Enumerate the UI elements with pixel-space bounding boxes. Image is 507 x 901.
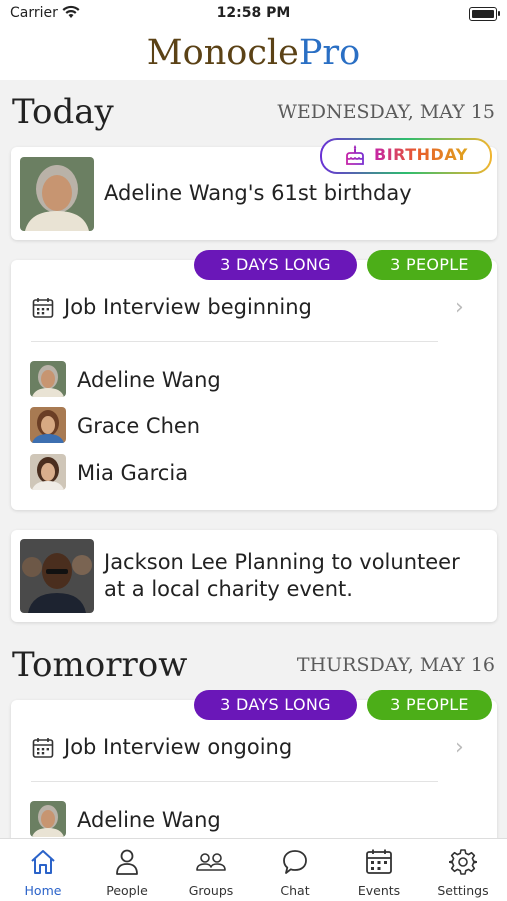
avatar (30, 407, 66, 443)
tab-label: Settings (437, 883, 489, 898)
birthday-badge-label: BIRTHDAY (374, 145, 468, 164)
chat-icon (253, 847, 337, 877)
calendar-icon (337, 847, 421, 877)
note-text-line1: Jackson Lee Planning to volunteer (104, 550, 460, 574)
section-date-today: WEDNESDAY, MAY 15 (277, 101, 495, 123)
chevron-right-icon[interactable]: › (455, 295, 464, 320)
participant-name[interactable]: Grace Chen (77, 414, 200, 438)
logo-part1: Monocle (146, 33, 299, 73)
tab-label: Events (357, 883, 401, 898)
gear-icon (421, 847, 505, 877)
participant-name[interactable]: Adeline Wang (77, 808, 221, 832)
divider (31, 341, 438, 342)
person-icon (85, 847, 169, 877)
group-icon (169, 847, 253, 877)
tab-label: People (106, 883, 148, 898)
participant-name[interactable]: Mia Garcia (77, 461, 188, 485)
section-title-today: Today (12, 92, 114, 132)
avatar (30, 361, 66, 397)
section-date-tomorrow: THURSDAY, MAY 16 (296, 654, 495, 676)
event-card[interactable]: 3 DAYS LONG 3 PEOPLE Job Interview ongoi… (11, 690, 497, 850)
duration-badge: 3 DAYS LONG (194, 690, 357, 720)
tab-settings[interactable]: Settings (421, 847, 505, 898)
logo-part2: Pro (298, 33, 361, 73)
avatar (20, 539, 94, 613)
event-title: Job Interview beginning (64, 295, 312, 319)
app-logo: MonoclePro (0, 28, 507, 78)
app-header: MonoclePro (0, 28, 507, 80)
section-title-tomorrow: Tomorrow (12, 645, 188, 685)
participant-name[interactable]: Adeline Wang (77, 368, 221, 392)
event-title: Job Interview ongoing (64, 735, 293, 759)
note-text: Jackson Lee Planning to volunteer at a l… (104, 549, 460, 603)
note-card[interactable]: Jackson Lee Planning to volunteer at a l… (11, 530, 497, 622)
birthday-card[interactable]: BIRTHDAY Adeline Wang's 61st birthday (11, 140, 497, 240)
note-text-line2: at a local charity event. (104, 577, 353, 601)
tab-label: Home (24, 883, 62, 898)
tab-bar: Home People Groups Chat Events Settings (0, 838, 507, 901)
avatar (30, 454, 66, 490)
tab-label: Groups (188, 883, 234, 898)
chevron-right-icon[interactable]: › (455, 735, 464, 760)
duration-badge: 3 DAYS LONG (194, 250, 357, 280)
calendar-icon (32, 737, 54, 763)
avatar (20, 157, 94, 231)
tab-home[interactable]: Home (1, 847, 85, 898)
people-count-badge: 3 PEOPLE (367, 690, 492, 720)
event-card[interactable]: 3 DAYS LONG 3 PEOPLE Job Interview begin… (11, 250, 497, 510)
tab-groups[interactable]: Groups (169, 847, 253, 898)
battery-icon (469, 7, 500, 21)
tab-events[interactable]: Events (337, 847, 421, 898)
calendar-icon (32, 297, 54, 323)
tab-chat[interactable]: Chat (253, 847, 337, 898)
tab-people[interactable]: People (85, 847, 169, 898)
avatar (30, 801, 66, 837)
clock: 12:58 PM (216, 5, 291, 21)
birthday-text: Adeline Wang's 61st birthday (104, 181, 412, 205)
cake-icon (345, 144, 365, 170)
people-count-badge: 3 PEOPLE (367, 250, 492, 280)
birthday-badge: BIRTHDAY (320, 138, 492, 174)
divider (31, 781, 438, 782)
tab-label: Chat (280, 883, 310, 898)
home-icon (1, 847, 85, 877)
status-bar: Carrier 12:58 PM (0, 0, 507, 28)
